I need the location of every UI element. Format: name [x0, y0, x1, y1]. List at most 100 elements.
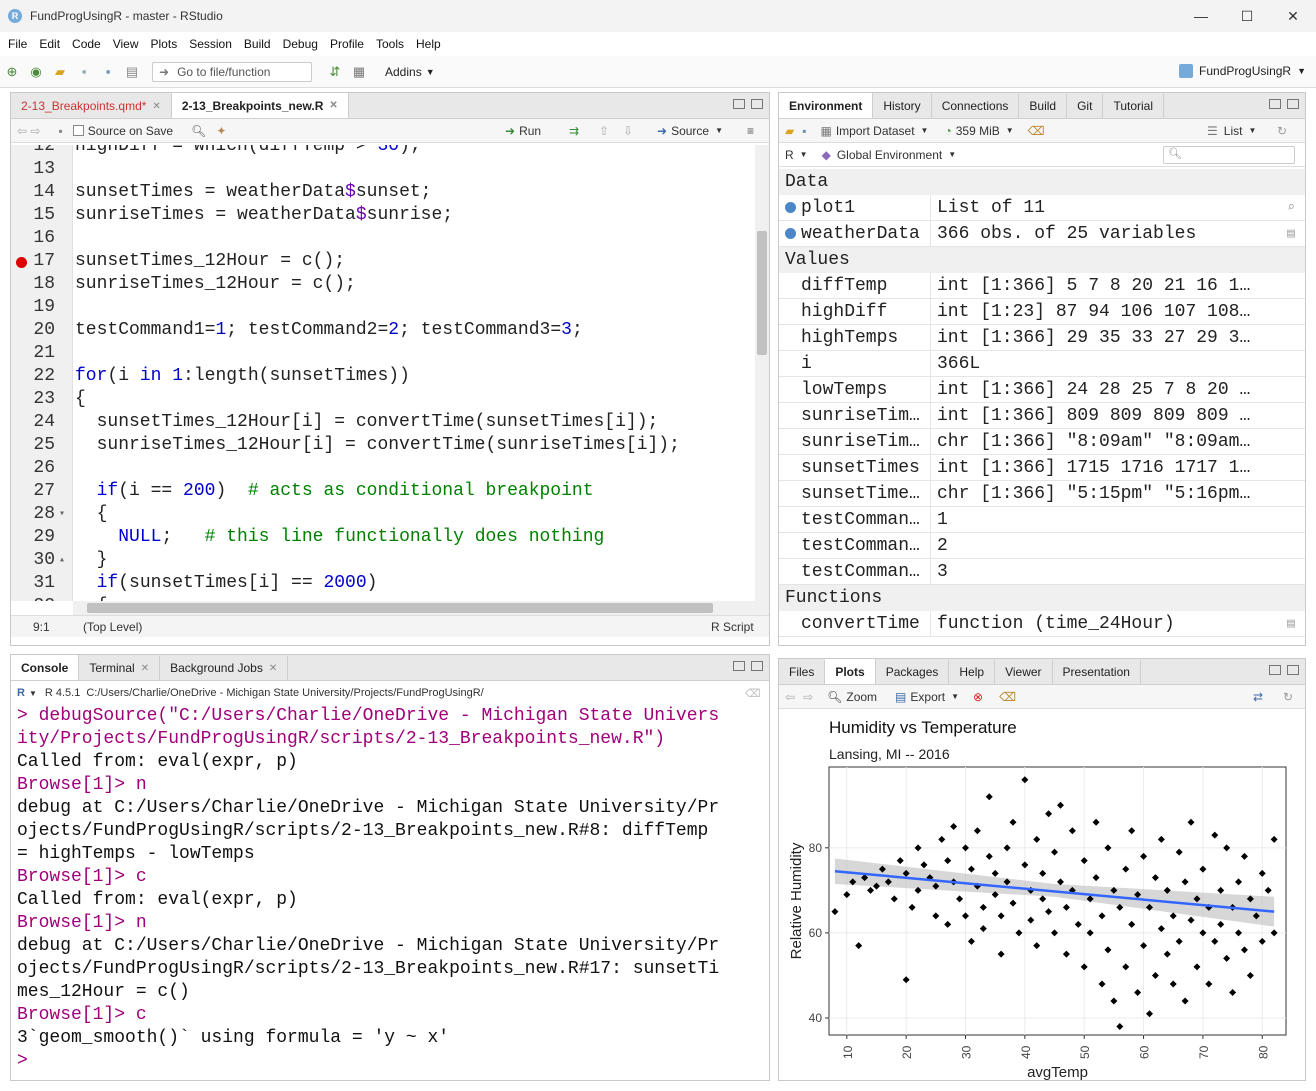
zoom-button[interactable]: 🔍︎ Zoom — [827, 690, 877, 704]
scope-selector[interactable]: ◆ Global Environment ▼ — [822, 148, 957, 162]
view-table-icon[interactable]: ▤ — [1287, 226, 1295, 241]
tab-build[interactable]: Build — [1019, 94, 1068, 118]
new-project-icon[interactable]: ◉ — [27, 63, 45, 81]
menu-view[interactable]: View — [107, 37, 145, 51]
print-icon[interactable]: ▤ — [123, 63, 141, 81]
outline-icon[interactable]: ≡ — [747, 124, 754, 138]
env-row[interactable]: testComman… 3 — [779, 559, 1305, 585]
tab-connections[interactable]: Connections — [932, 94, 1020, 118]
tab-packages[interactable]: Packages — [876, 660, 950, 684]
code-line[interactable]: 19 — [11, 296, 769, 319]
code-line[interactable]: 30 ▴ } — [11, 549, 769, 572]
new-file-icon[interactable]: ⊕ — [3, 63, 21, 81]
code-line[interactable]: 26 — [11, 457, 769, 480]
code-line[interactable]: 24 sunsetTimes_12Hour[i] = convertTime(s… — [11, 411, 769, 434]
magic-wand-icon[interactable]: ✦ — [216, 124, 226, 138]
save-workspace-icon[interactable]: ▪ — [802, 124, 806, 138]
minimize-button[interactable]: — — [1178, 0, 1224, 32]
minimize-pane-icon[interactable] — [733, 99, 745, 109]
run-button[interactable]: ➜ Run — [505, 124, 541, 138]
scope-selector[interactable]: (Top Level) — [83, 620, 142, 634]
menu-session[interactable]: Session — [183, 37, 238, 51]
tab-terminal[interactable]: Terminal ✕ — [79, 656, 161, 680]
previous-plot-icon[interactable]: ⇦ — [785, 690, 795, 704]
pane-layout-icon[interactable]: ▦ — [350, 63, 368, 81]
tab-breakpoints-qmd[interactable]: 2-13_Breakpoints.qmd* ✕ — [11, 94, 172, 118]
console-output[interactable]: > debugSource("C:/Users/Charlie/OneDrive… — [11, 705, 769, 1080]
code-line[interactable]: 31 if(sunsetTimes[i] == 2000) — [11, 572, 769, 595]
menu-build[interactable]: Build — [238, 37, 277, 51]
menu-edit[interactable]: Edit — [33, 37, 66, 51]
export-button[interactable]: ▤ Export ▼ — [895, 690, 959, 704]
code-line[interactable]: 16 — [11, 227, 769, 250]
fold-icon[interactable]: ▴ — [59, 549, 65, 572]
filetype-selector[interactable]: R Script — [711, 620, 754, 634]
env-row[interactable]: testComman… 2 — [779, 533, 1305, 559]
sync-icon[interactable]: ⇄ — [1253, 690, 1263, 704]
menu-code[interactable]: Code — [66, 37, 107, 51]
code-line[interactable]: 17 sunsetTimes_12Hour = c(); — [11, 250, 769, 273]
env-row[interactable]: testComman… 1 — [779, 507, 1305, 533]
breakpoint-icon[interactable] — [16, 257, 27, 268]
clear-console-icon[interactable]: ⌫ — [745, 687, 761, 700]
save-icon[interactable]: ▪ — [58, 124, 62, 138]
close-tab-icon[interactable]: ✕ — [329, 100, 337, 111]
code-line[interactable]: 21 — [11, 342, 769, 365]
env-row[interactable]: diffTemp int [1:366] 5 7 8 20 21 16 1… — [779, 273, 1305, 299]
code-line[interactable]: 22 for(i in 1:length(sunsetTimes)) — [11, 365, 769, 388]
env-row[interactable]: highDiff int [1:23] 87 94 106 107 108… — [779, 299, 1305, 325]
search-icon[interactable]: ⌕ — [1287, 200, 1295, 215]
tab-breakpoints-new-r[interactable]: 2-13_Breakpoints_new.R ✕ — [171, 93, 349, 118]
tab-help[interactable]: Help — [949, 660, 996, 684]
back-arrow-icon[interactable]: ⇦ ⇨ — [17, 124, 40, 138]
code-line[interactable]: 25 sunriseTimes_12Hour[i] = convertTime(… — [11, 434, 769, 457]
tab-git[interactable]: Git — [1067, 94, 1104, 118]
minimize-pane-icon[interactable] — [1269, 665, 1281, 675]
minimize-pane-icon[interactable] — [733, 661, 745, 671]
expand-icon[interactable] — [785, 228, 796, 239]
save-icon[interactable]: ▪ — [75, 63, 93, 81]
up-icon[interactable]: ⇧ — [599, 124, 609, 138]
working-directory[interactable]: C:/Users/Charlie/OneDrive - Michigan Sta… — [86, 687, 483, 699]
editor-horizontal-scrollbar[interactable] — [73, 601, 769, 615]
maximize-pane-icon[interactable] — [1287, 99, 1299, 109]
tab-files[interactable]: Files — [779, 660, 826, 684]
tab-environment[interactable]: Environment — [779, 93, 874, 118]
env-row[interactable]: lowTemps int [1:366] 24 28 25 7 8 20 … — [779, 377, 1305, 403]
env-row[interactable]: sunriseTim… int [1:366] 809 809 809 809 … — [779, 403, 1305, 429]
source-button[interactable]: ➜ Source ▼ — [657, 124, 723, 138]
tab-console[interactable]: Console — [11, 655, 80, 680]
env-row[interactable]: weatherData 366 obs. of 25 variables ▤ — [779, 221, 1305, 247]
menu-help[interactable]: Help — [410, 37, 447, 51]
refresh-icon[interactable]: ↻ — [1283, 690, 1293, 704]
broom-icon[interactable]: ⌫ — [999, 690, 1016, 704]
load-workspace-icon[interactable]: ▰ — [785, 124, 794, 138]
code-line[interactable]: 20 testCommand1=1; testCommand2=2; testCo… — [11, 319, 769, 342]
next-plot-icon[interactable]: ⇨ — [803, 690, 813, 704]
env-row[interactable]: highTemps int [1:366] 29 35 33 27 29 3… — [779, 325, 1305, 351]
tab-tutorial[interactable]: Tutorial — [1103, 94, 1165, 118]
code-line[interactable]: 28 ▾ { — [11, 503, 769, 526]
broom-icon[interactable]: ⌫ — [1028, 124, 1045, 138]
code-line[interactable]: 18 sunriseTimes_12Hour = c(); — [11, 273, 769, 296]
menu-profile[interactable]: Profile — [324, 37, 370, 51]
expand-icon[interactable] — [785, 202, 796, 213]
tab-history[interactable]: History — [873, 94, 932, 118]
menu-debug[interactable]: Debug — [277, 37, 324, 51]
memory-usage[interactable]: ◔ 359 MiB ▼ — [944, 124, 1013, 138]
env-row[interactable]: sunsetTimes int [1:366] 1715 1716 1717 1… — [779, 455, 1305, 481]
list-view-selector[interactable]: ☰ List ▼ — [1207, 124, 1256, 138]
env-row[interactable]: convertTime function (time_24Hour) ▤ — [779, 611, 1305, 637]
open-folder-icon[interactable]: ▰ — [51, 63, 69, 81]
code-line[interactable]: 12 highDiff = which(diffTemp > 30); — [11, 145, 769, 158]
down-icon[interactable]: ⇩ — [623, 124, 633, 138]
vcs-icon[interactable]: ⇵ — [326, 63, 344, 81]
close-tab-icon[interactable]: ✕ — [269, 663, 277, 674]
project-menu[interactable]: FundProgUsingR ▼ — [1179, 64, 1306, 78]
code-line[interactable]: 14 sunsetTimes = weatherData$sunset; — [11, 181, 769, 204]
env-row[interactable]: sunriseTim… chr [1:366] "8:09am" "8:09am… — [779, 429, 1305, 455]
maximize-button[interactable]: ☐ — [1224, 0, 1270, 32]
maximize-pane-icon[interactable] — [751, 661, 763, 671]
search-icon[interactable]: 🔍︎ — [191, 124, 206, 138]
code-line[interactable]: 23 { — [11, 388, 769, 411]
